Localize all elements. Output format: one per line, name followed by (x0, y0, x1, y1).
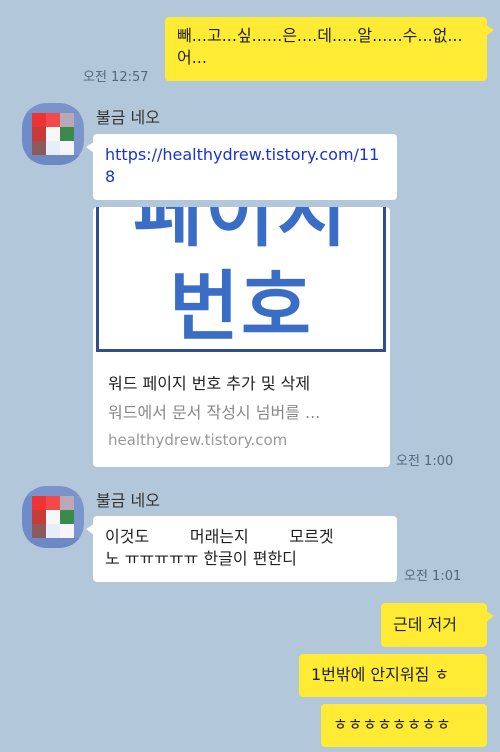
message-text: 1번밖에 안지워짐 ㅎ (311, 665, 450, 684)
preview-image-frame: 페이지 번호 (96, 207, 386, 352)
my-message-bubble[interactable]: 빼...고...싶......은....데.....알......수...없..… (165, 17, 494, 81)
message-text-line: 이것도 머래는지 모르겟 (105, 527, 334, 546)
preview-image-text-2: 번호 (169, 262, 313, 351)
message-time: 오전 1:00 (396, 454, 454, 469)
message-bubble[interactable]: 이것도 머래는지 모르겟 노 ㅠㅠㅠㅠㅠ 한글이 편한디 (86, 516, 397, 582)
link-preview-card[interactable]: 페이지 번호 워드 페이지 번호 추가 및 삭제 워드에서 문서 작성시 넘버를… (93, 207, 390, 467)
message-time: 오전 12:57 (83, 70, 149, 85)
my-message-bubble[interactable]: 근데 저거 (381, 603, 494, 647)
my-message-bubble[interactable]: 1번밖에 안지워짐 ㅎ (299, 654, 487, 697)
my-message-bubble[interactable]: ㅎㅎㅎㅎㅎㅎㅎㅎ (321, 704, 487, 747)
preview-domain: healthydrew.tistory.com (108, 431, 288, 449)
avatar[interactable] (22, 486, 84, 548)
preview-title: 워드 페이지 번호 추가 및 삭제 (108, 374, 311, 393)
sender-name: 불금 네오 (96, 491, 160, 510)
message-text: 빼...고...싶......은....데.....알......수...없..… (177, 26, 463, 67)
preview-description: 워드에서 문서 작성시 넘버를 ... (108, 403, 321, 422)
message-text-line: 노 ㅠㅠㅠㅠㅠ 한글이 편한디 (105, 549, 297, 568)
sender-name: 불금 네오 (96, 108, 160, 127)
message-text: 근데 저거 (393, 615, 457, 634)
link-message-bubble[interactable]: https://healthydrew.tistory.com/118 (86, 134, 397, 200)
message-time: 오전 1:01 (404, 569, 462, 584)
link-url[interactable]: https://healthydrew.tistory.com/118 (105, 145, 379, 186)
avatar[interactable] (22, 103, 84, 165)
message-text: ㅎㅎㅎㅎㅎㅎㅎㅎ (333, 715, 451, 734)
link-preview-image: 페이지 번호 (93, 207, 390, 357)
